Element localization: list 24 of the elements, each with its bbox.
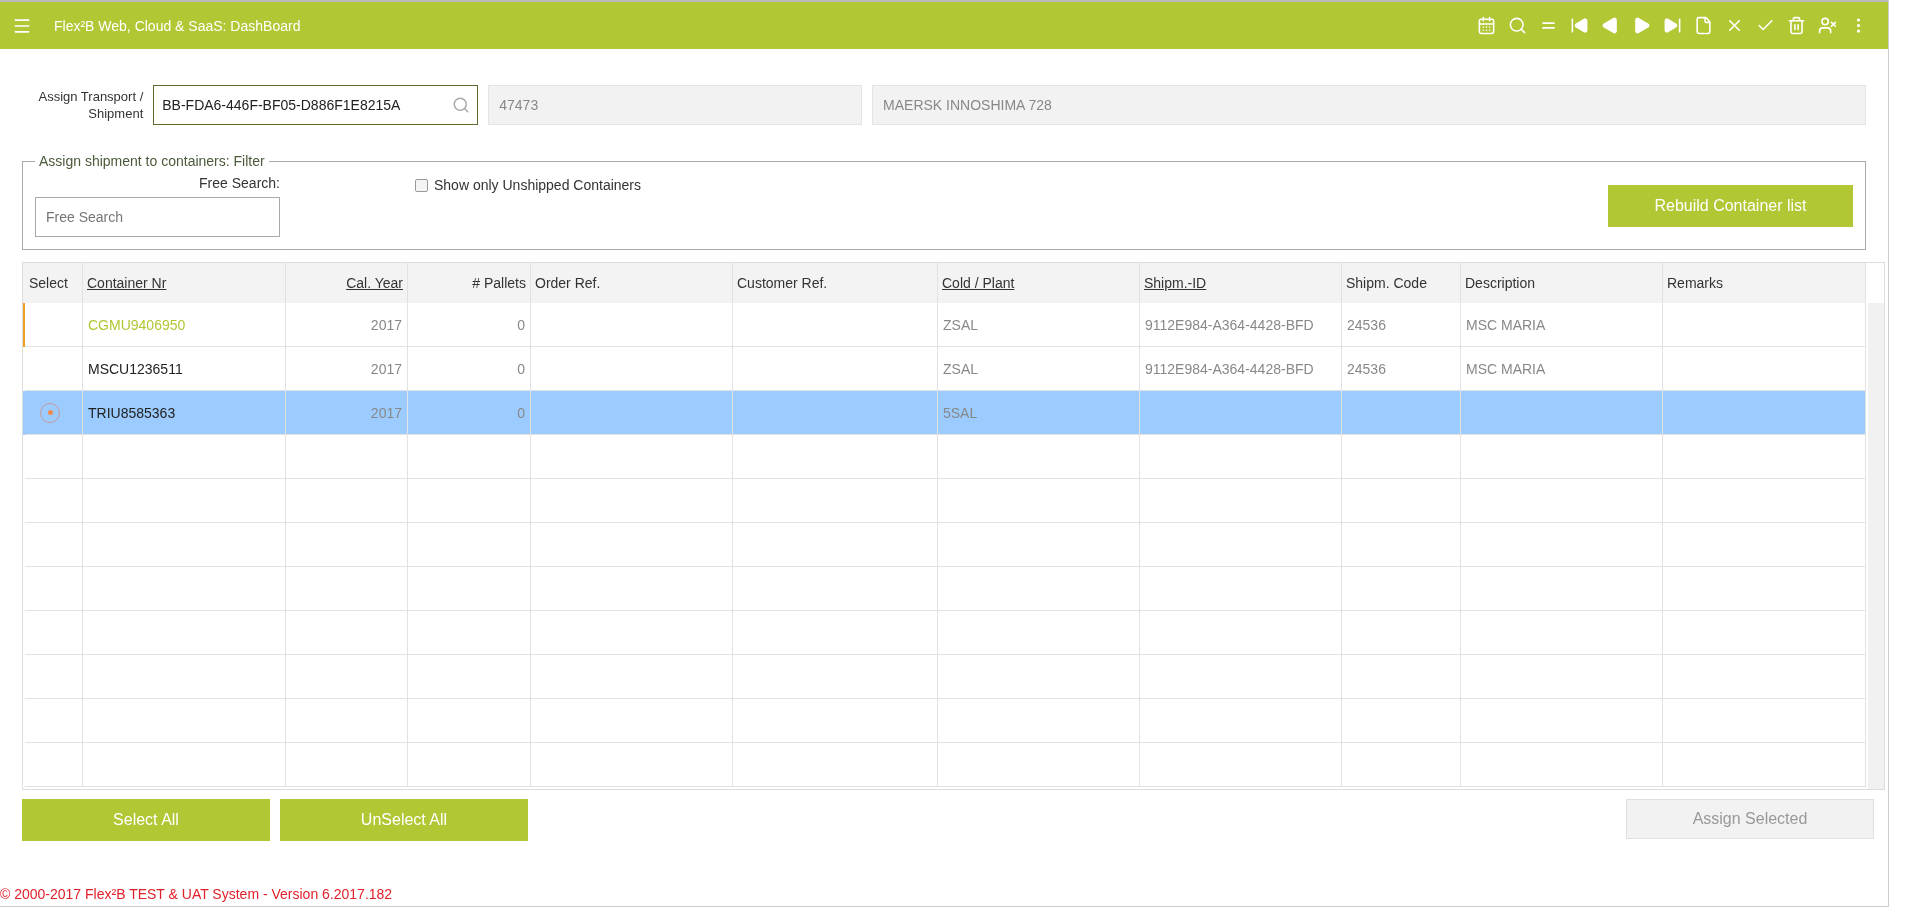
first-record-icon[interactable] xyxy=(1570,16,1589,35)
previous-icon[interactable] xyxy=(1601,16,1620,35)
search-icon[interactable] xyxy=(452,96,471,114)
copyright-text: © 2000-2017 Flex²B TEST & UAT System - Version 6.2017.182 xyxy=(0,886,1888,907)
new-document-icon[interactable] xyxy=(1694,16,1713,35)
user-remove-icon[interactable] xyxy=(1818,16,1837,35)
table-row[interactable]: MSCU1236511 2017 0 ZSAL 9112E984-A364-4428-BFD 24536 MSC MARIA xyxy=(23,347,1866,391)
trash-icon[interactable] xyxy=(1787,16,1806,35)
transport-label: Assign Transport / Shipment xyxy=(37,88,144,122)
table-row[interactable]: CGMU9406950 2017 0 ZSAL 9112E984-A364-4428-BFD 24536 MSC MARIA xyxy=(23,303,1866,347)
next-icon[interactable] xyxy=(1632,16,1651,35)
search-icon[interactable] xyxy=(1508,16,1527,35)
last-record-icon[interactable] xyxy=(1663,16,1682,35)
free-search-field[interactable]: Free Search xyxy=(35,197,280,237)
table-cell xyxy=(25,743,83,787)
free-search-label: Free Search: xyxy=(198,175,280,191)
filter-legend: Assign shipment to containers: Filter xyxy=(35,153,269,169)
checkbox-label: Show only Unshipped Containers xyxy=(434,177,641,193)
calendar-icon[interactable] xyxy=(1477,16,1496,35)
table-row[interactable]: TRIU8585363 2017 0 5SAL xyxy=(23,391,1866,435)
transport-field[interactable]: BB-FDA6-446F-BF05-D886F1E8215A xyxy=(153,85,479,125)
checkbox[interactable] xyxy=(415,178,428,192)
app-title: Flex²B Web, Cloud & SaaS: DashBoard xyxy=(54,17,301,34)
scrollbar[interactable] xyxy=(1868,303,1884,789)
